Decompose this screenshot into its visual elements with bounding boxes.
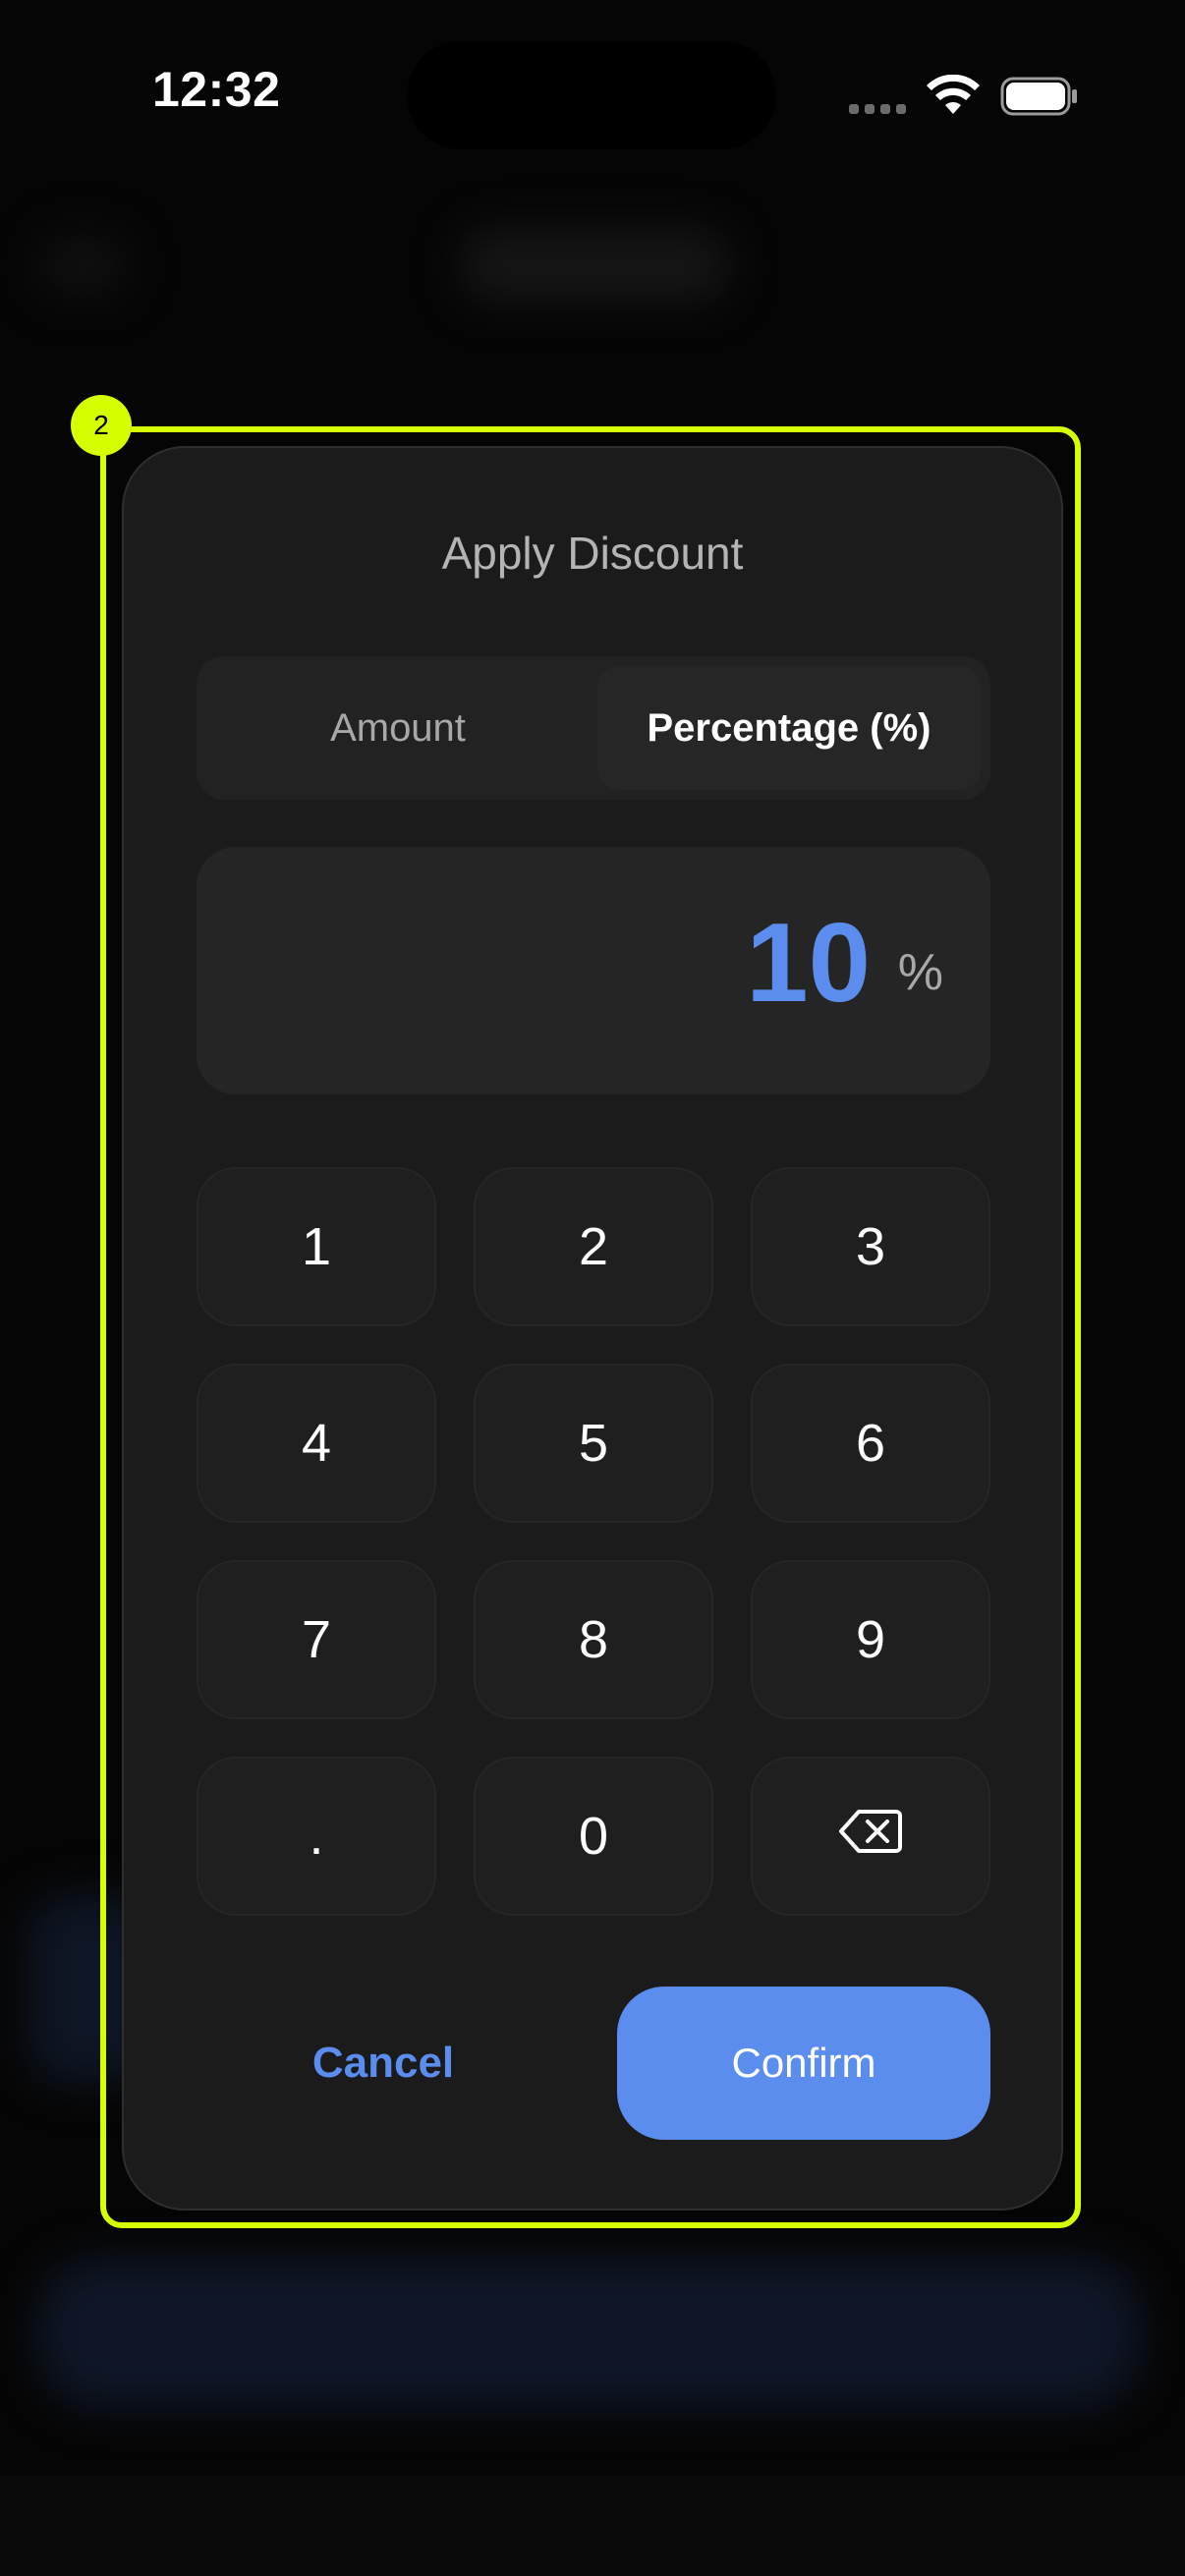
key-2[interactable]: 2 [474, 1167, 713, 1326]
segment-percentage[interactable]: Percentage (%) [597, 666, 981, 790]
key-6[interactable]: 6 [751, 1364, 990, 1523]
status-time: 12:32 [152, 62, 281, 117]
backspace-icon [839, 1806, 902, 1867]
key-3[interactable]: 3 [751, 1167, 990, 1326]
segment-amount[interactable]: Amount [206, 666, 590, 790]
key-8[interactable]: 8 [474, 1560, 713, 1719]
key-4[interactable]: 4 [197, 1364, 436, 1523]
key-decimal[interactable]: . [197, 1757, 436, 1916]
key-0[interactable]: 0 [474, 1757, 713, 1916]
discount-unit: % [897, 944, 943, 1001]
key-5[interactable]: 5 [474, 1364, 713, 1523]
discount-value-display: 10 % [197, 847, 990, 1094]
dialog-title: Apply Discount [441, 528, 744, 579]
dynamic-island [407, 41, 776, 149]
confirm-button[interactable]: Confirm [617, 1987, 990, 2140]
wifi-icon [926, 74, 981, 121]
cancel-button[interactable]: Cancel [197, 1987, 570, 2140]
key-9[interactable]: 9 [751, 1560, 990, 1719]
key-1[interactable]: 1 [197, 1167, 436, 1326]
discount-type-segmented-control: Amount Percentage (%) [197, 656, 990, 800]
discount-value: 10 [746, 901, 871, 1026]
key-backspace[interactable] [751, 1757, 990, 1916]
key-7[interactable]: 7 [197, 1560, 436, 1719]
highlight-badge: 2 [71, 395, 132, 456]
apply-discount-dialog: Apply Discount Amount Percentage (%) 10 … [122, 446, 1063, 2211]
cellular-signal-icon [849, 104, 906, 114]
battery-icon [1000, 77, 1079, 121]
